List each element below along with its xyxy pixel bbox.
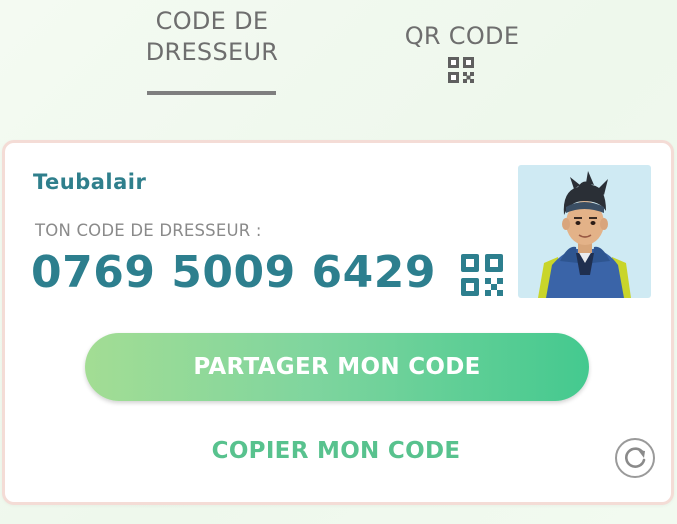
trainer-code-value: 0769 5009 6429 [31,247,437,298]
tab-trainer-code-label-line2: DRESSEUR [145,38,279,66]
trainer-avatar [518,165,651,298]
qr-code-icon [461,254,503,296]
tab-trainer-code[interactable]: CODE DE DRESSEUR [122,6,302,68]
share-code-button[interactable]: PARTAGER MON CODE [85,333,589,401]
trainer-code-label: TON CODE DE DRESSEUR : [35,221,262,240]
trainer-username: Teubalair [33,170,147,194]
refresh-icon [615,438,655,478]
copy-code-button[interactable]: COPIER MON CODE [170,438,502,464]
tab-qr-code-label: QR CODE [404,22,520,50]
qr-code-button[interactable] [461,254,503,296]
tab-qr-code[interactable]: QR CODE [380,21,544,52]
active-tab-indicator [147,91,276,95]
tab-trainer-code-label-line1: CODE DE [155,7,269,35]
qr-code-icon[interactable] [448,57,474,83]
refresh-button[interactable] [614,437,656,479]
